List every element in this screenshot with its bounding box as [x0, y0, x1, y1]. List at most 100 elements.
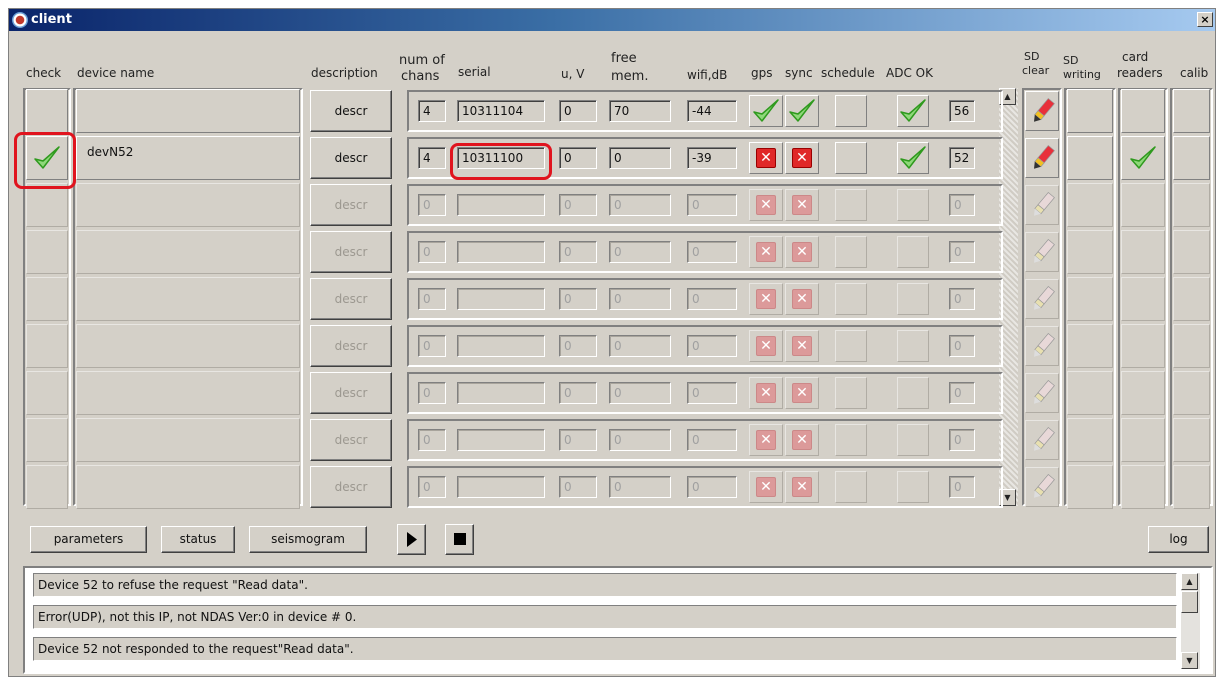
- schedule-button[interactable]: [835, 236, 867, 268]
- device-name-cell[interactable]: [76, 277, 300, 321]
- device-name-cell[interactable]: [76, 371, 300, 415]
- eraser-pen-icon: [1028, 425, 1058, 455]
- schedule-button[interactable]: [835, 283, 867, 315]
- card-reader-cell[interactable]: [1121, 465, 1165, 509]
- descr-button[interactable]: descr: [310, 231, 392, 273]
- wifi-field: 0: [687, 382, 737, 404]
- parameters-button[interactable]: parameters: [30, 526, 147, 553]
- descr-button[interactable]: descr: [310, 137, 392, 179]
- sd-writing-cell: [1067, 418, 1113, 462]
- free-mem-field: 0: [609, 288, 671, 310]
- check-cell[interactable]: [26, 465, 68, 509]
- wifi-field: 0: [687, 429, 737, 451]
- adc-ok-indicator: [897, 236, 929, 268]
- adc-value-field: 0: [949, 476, 975, 498]
- calib-cell[interactable]: [1173, 277, 1210, 321]
- device-name-cell[interactable]: [76, 230, 300, 274]
- num-chans-field: 0: [418, 194, 446, 216]
- sd-clear-button[interactable]: [1025, 138, 1059, 178]
- free-mem-field: 0: [609, 429, 671, 451]
- card-reader-cell[interactable]: [1121, 136, 1165, 180]
- sync-error-icon: ✕: [792, 242, 812, 262]
- calib-cell[interactable]: [1173, 230, 1210, 274]
- card-reader-cell[interactable]: [1121, 418, 1165, 462]
- gps-error-icon: ✕: [756, 148, 776, 168]
- log-button[interactable]: log: [1148, 526, 1209, 553]
- calib-cell[interactable]: [1173, 371, 1210, 415]
- header-description: description: [311, 66, 378, 80]
- device-name-cell[interactable]: [76, 418, 300, 462]
- stop-button[interactable]: [445, 524, 474, 555]
- close-button[interactable]: ×: [1197, 12, 1213, 27]
- log-scroll-up-icon[interactable]: ▲: [1181, 573, 1198, 590]
- schedule-button[interactable]: [835, 424, 867, 456]
- card-reader-cell[interactable]: [1121, 277, 1165, 321]
- sd-clear-button[interactable]: [1025, 279, 1059, 319]
- device-name-cell[interactable]: devN52: [76, 136, 300, 180]
- descr-button[interactable]: descr: [310, 90, 392, 132]
- descr-button[interactable]: descr: [310, 372, 392, 414]
- adc-ok-icon: [898, 96, 928, 126]
- log-scroll-down-icon[interactable]: ▼: [1181, 652, 1198, 669]
- calib-cell[interactable]: [1173, 465, 1210, 509]
- device-name-cell[interactable]: [76, 324, 300, 368]
- descr-button[interactable]: descr: [310, 278, 392, 320]
- calib-cell[interactable]: [1173, 183, 1210, 227]
- calib-cell[interactable]: [1173, 418, 1210, 462]
- play-icon: [407, 532, 417, 547]
- sync-indicator: ✕: [785, 236, 819, 268]
- calib-cell[interactable]: [1173, 324, 1210, 368]
- seismogram-button[interactable]: seismogram: [249, 526, 367, 553]
- log-scroll-thumb[interactable]: [1181, 591, 1198, 613]
- calib-cell[interactable]: [1173, 89, 1210, 133]
- sd-clear-button[interactable]: [1025, 467, 1059, 507]
- sd-clear-button[interactable]: [1025, 232, 1059, 272]
- sync-error-icon: ✕: [792, 148, 812, 168]
- descr-button[interactable]: descr: [310, 325, 392, 367]
- sd-clear-button[interactable]: [1025, 373, 1059, 413]
- device-name-cell[interactable]: [76, 183, 300, 227]
- gps-indicator: [749, 95, 783, 127]
- sync-indicator: ✕: [785, 283, 819, 315]
- schedule-button[interactable]: [835, 471, 867, 503]
- card-reader-cell[interactable]: [1121, 324, 1165, 368]
- schedule-button[interactable]: [835, 189, 867, 221]
- schedule-button[interactable]: [835, 142, 867, 174]
- device-name-cell[interactable]: [76, 89, 300, 133]
- check-cell[interactable]: [26, 230, 68, 274]
- log-scrollbar[interactable]: ▲ ▼: [1181, 573, 1200, 669]
- card-reader-cell[interactable]: [1121, 371, 1165, 415]
- check-cell[interactable]: [26, 418, 68, 462]
- sd-clear-button[interactable]: [1025, 91, 1059, 131]
- sd-clear-button[interactable]: [1025, 326, 1059, 366]
- schedule-button[interactable]: [835, 330, 867, 362]
- sd-clear-button[interactable]: [1025, 420, 1059, 460]
- check-cell[interactable]: [26, 324, 68, 368]
- descr-button[interactable]: descr: [310, 419, 392, 461]
- num-chans-field: 0: [418, 382, 446, 404]
- device-name-cell[interactable]: [76, 465, 300, 509]
- descr-button[interactable]: descr: [310, 184, 392, 226]
- eraser-pen-icon: [1028, 331, 1058, 361]
- check-cell[interactable]: [26, 183, 68, 227]
- schedule-button[interactable]: [835, 377, 867, 409]
- descr-button[interactable]: descr: [310, 466, 392, 508]
- check-cell[interactable]: [26, 277, 68, 321]
- card-reader-cell[interactable]: [1121, 183, 1165, 227]
- calib-cell[interactable]: [1173, 136, 1210, 180]
- sd-clear-button[interactable]: [1025, 185, 1059, 225]
- check-cell[interactable]: [26, 89, 68, 133]
- serial-field: [457, 429, 545, 451]
- card-reader-cell[interactable]: [1121, 89, 1165, 133]
- card-reader-cell[interactable]: [1121, 230, 1165, 274]
- check-cell[interactable]: [26, 371, 68, 415]
- sd-writing-cell: [1067, 183, 1113, 227]
- title-bar[interactable]: client ×: [9, 9, 1215, 31]
- play-button[interactable]: [397, 524, 426, 555]
- eraser-pen-icon: [1028, 190, 1058, 220]
- schedule-button[interactable]: [835, 95, 867, 127]
- wifi-field: 0: [687, 288, 737, 310]
- sync-indicator: [785, 95, 819, 127]
- log-line-3: Device 52 not responded to the request"R…: [33, 637, 1177, 661]
- status-button[interactable]: status: [161, 526, 235, 553]
